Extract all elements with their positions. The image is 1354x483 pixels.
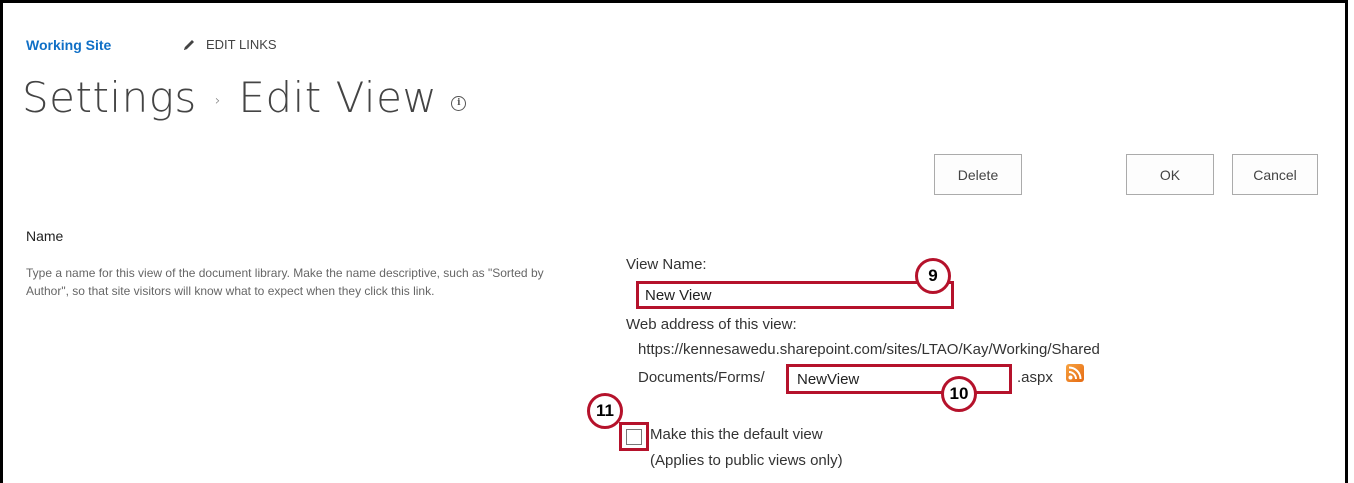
breadcrumb-separator-icon: › [214, 93, 221, 109]
callout-9-badge: 9 [915, 258, 951, 294]
breadcrumb-edit-view: Edit View [238, 73, 438, 122]
web-address-url-line1: https://kennesawedu.sharepoint.com/sites… [638, 341, 1100, 358]
default-view-label[interactable]: Make this the default view [650, 426, 823, 443]
ok-button[interactable]: OK [1126, 154, 1214, 195]
web-address-url-prefix: Documents/Forms/ [638, 369, 765, 386]
edit-links-button[interactable]: EDIT LINKS [182, 37, 277, 52]
edit-links-label: EDIT LINKS [206, 37, 277, 52]
breadcrumb-settings[interactable]: Settings [22, 72, 197, 124]
cancel-button[interactable]: Cancel [1232, 154, 1318, 195]
name-section-title: Name [26, 228, 64, 244]
view-name-label: View Name: [626, 256, 707, 273]
default-view-checkbox-highlight [619, 422, 649, 451]
info-icon[interactable]: i [451, 95, 467, 111]
site-name-link[interactable]: Working Site [26, 37, 111, 53]
name-section-description: Type a name for this view of the documen… [26, 266, 544, 298]
default-view-checkbox[interactable] [626, 428, 642, 445]
web-address-url-suffix: .aspx [1017, 369, 1053, 386]
pencil-icon [182, 38, 196, 52]
web-address-input[interactable] [786, 364, 1012, 394]
callout-10-badge: 10 [941, 376, 977, 412]
web-address-label: Web address of this view: [626, 316, 797, 333]
page-title: Settings › Edit View i [22, 72, 467, 124]
delete-button[interactable]: Delete [934, 154, 1022, 195]
callout-11-badge: 11 [587, 393, 623, 429]
rss-feed-icon[interactable] [1066, 364, 1084, 382]
default-view-note: (Applies to public views only) [650, 452, 843, 469]
view-name-input[interactable] [636, 281, 954, 309]
